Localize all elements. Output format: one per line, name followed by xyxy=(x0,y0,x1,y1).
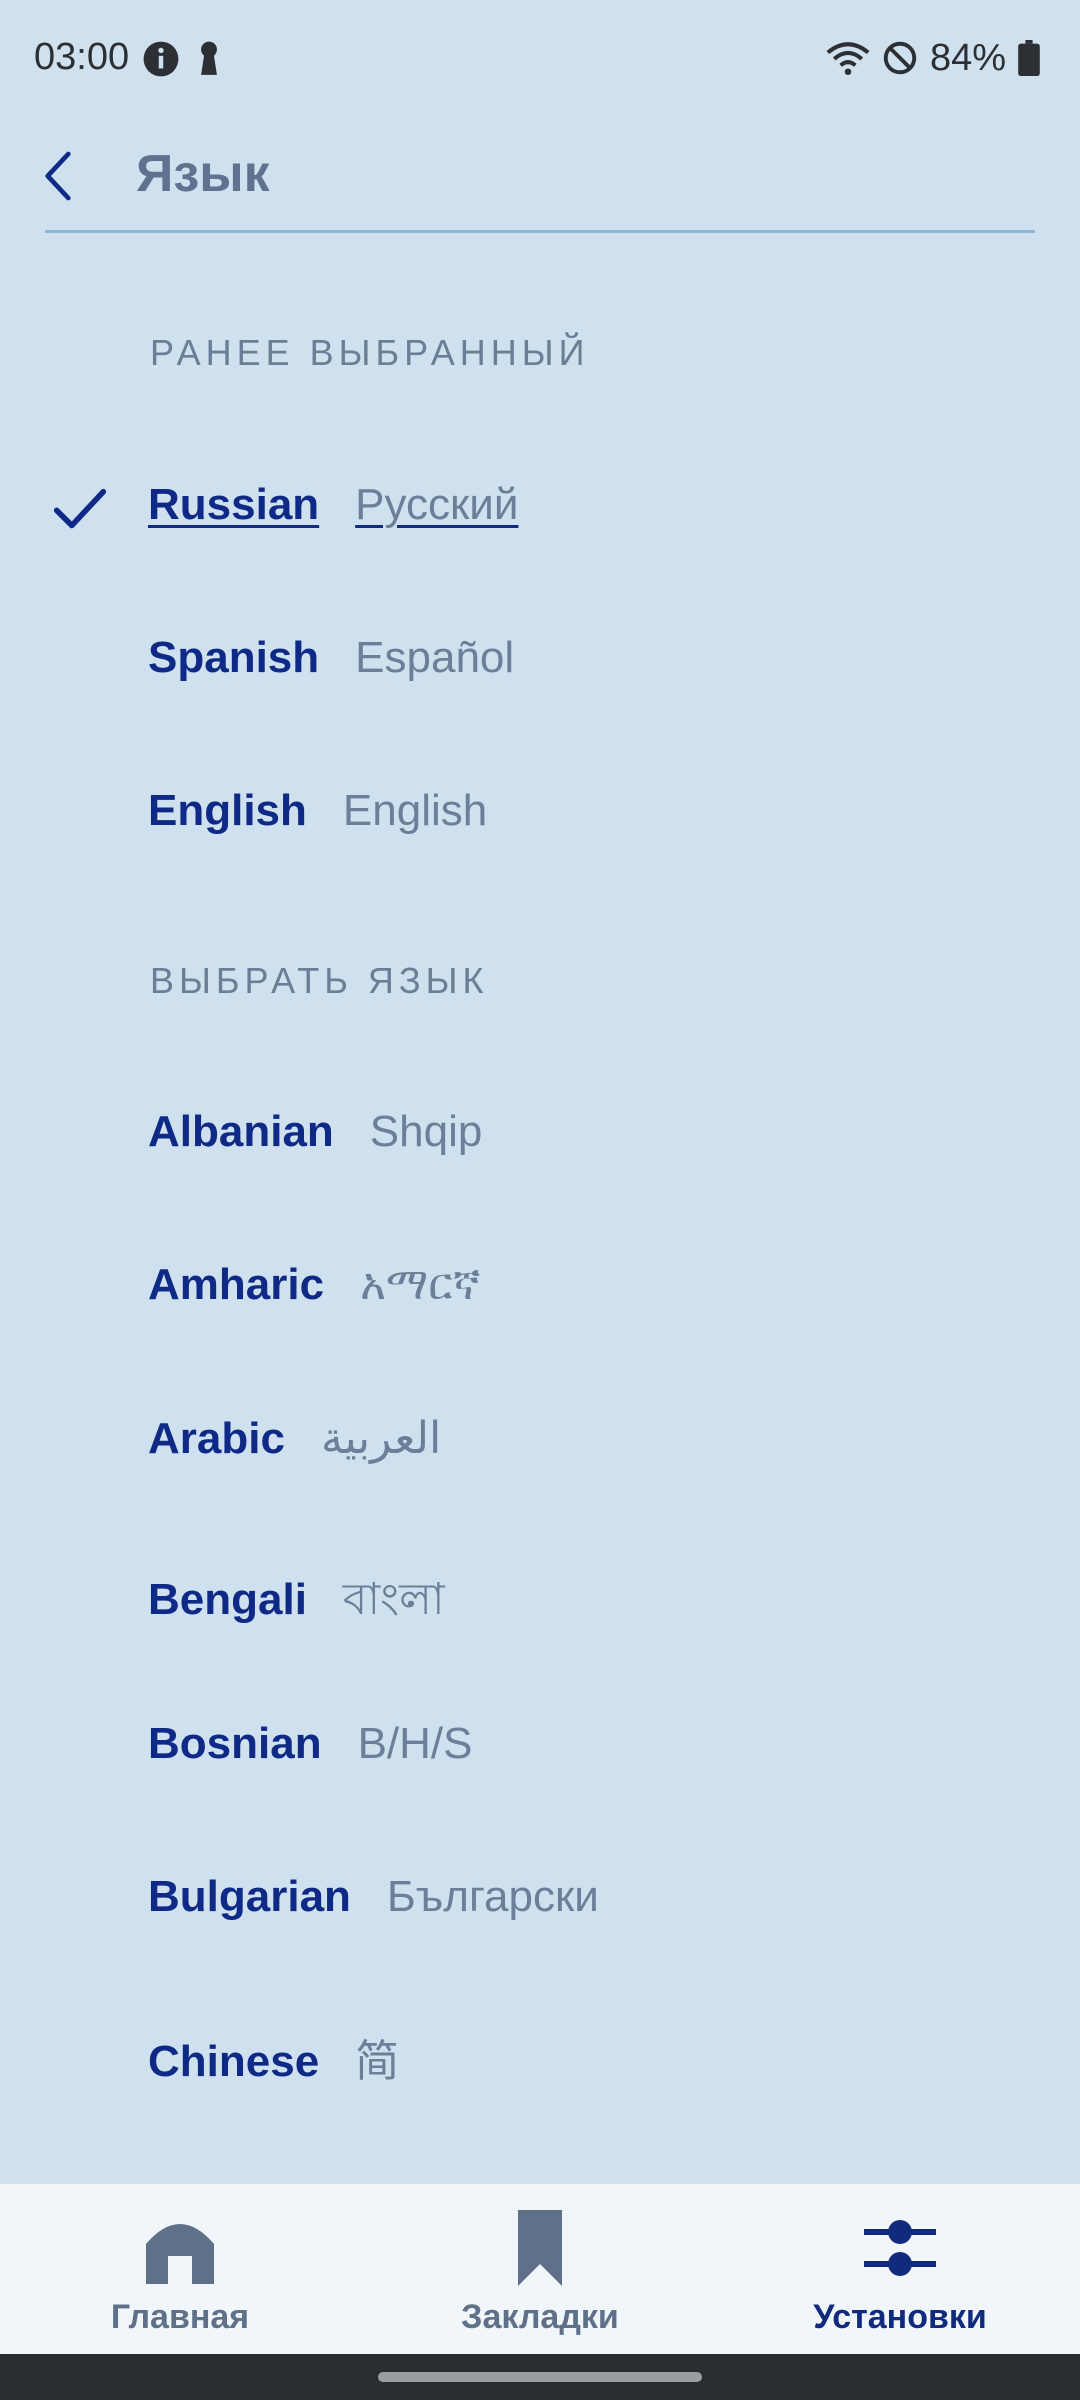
language-item-bosnian[interactable]: Bosnian B/H/S xyxy=(0,1675,1080,1815)
language-item-bengali[interactable]: Bengali বাংলা xyxy=(0,1522,1080,1662)
battery-percent: 84% xyxy=(929,36,1006,79)
battery-icon xyxy=(1018,40,1040,76)
home-gesture-handle[interactable] xyxy=(378,2372,702,2382)
language-name: Amharic አማርኛ xyxy=(148,1260,481,1309)
language-name: Bulgarian Български xyxy=(148,1872,599,1921)
system-gesture-bar xyxy=(0,2354,1080,2400)
language-native-name: አማርኛ xyxy=(360,1260,481,1309)
language-item-chinese[interactable]: Chinese 简 xyxy=(0,1981,1080,2121)
language-name: Bosnian B/H/S xyxy=(148,1719,473,1768)
back-button[interactable] xyxy=(28,134,88,218)
language-native-name: Български xyxy=(386,1872,599,1921)
language-native-name: Shqip xyxy=(369,1107,483,1156)
page-title: Язык xyxy=(136,145,270,203)
info-icon xyxy=(143,41,179,77)
language-native-name: Русский xyxy=(355,480,519,529)
language-name: Russian Русский xyxy=(148,480,519,529)
nav-settings-label: Установки xyxy=(813,2298,987,2336)
language-name: English English xyxy=(148,786,488,835)
nav-home-label: Главная xyxy=(110,2298,250,2336)
language-name: Arabic العربية xyxy=(148,1414,442,1463)
keyhole-icon xyxy=(201,41,217,75)
language-name: Bengali বাংলা xyxy=(148,1575,445,1624)
home-icon xyxy=(146,2224,214,2284)
language-item-amharic[interactable]: Amharic አማርኛ xyxy=(0,1216,1080,1356)
chevron-left-icon xyxy=(45,151,71,201)
section-header-previous: РАНЕЕ ВЫБРАННЫЙ xyxy=(150,332,590,373)
language-item-english[interactable]: English English xyxy=(0,742,1080,882)
language-item-albanian[interactable]: Albanian Shqip xyxy=(0,1063,1080,1203)
nav-bookmarks[interactable]: Закладки xyxy=(390,2184,690,2354)
wifi-icon xyxy=(826,42,870,76)
nav-home[interactable]: Главная xyxy=(30,2184,330,2354)
app-bar: Язык xyxy=(0,120,1080,232)
status-right: 84% xyxy=(826,36,1040,80)
checkmark-icon xyxy=(53,488,107,529)
status-bar: 03:00 84% xyxy=(0,0,1080,120)
nav-settings[interactable]: Установки xyxy=(750,2184,1050,2354)
bottom-navigation: Главная Закладки Установки xyxy=(0,2184,1080,2354)
language-name: Spanish Español xyxy=(148,633,515,682)
language-item-arabic[interactable]: Arabic العربية xyxy=(0,1369,1080,1509)
language-native-name: B/H/S xyxy=(357,1719,473,1768)
status-time: 03:00 xyxy=(34,36,130,78)
language-native-name: বাংলা xyxy=(342,1575,445,1624)
language-name: Albanian Shqip xyxy=(148,1107,483,1156)
language-native-name: Español xyxy=(355,633,515,682)
nav-bookmarks-label: Закладки xyxy=(461,2298,619,2336)
section-header-choose: ВЫБРАТЬ ЯЗЫК xyxy=(150,960,489,1001)
language-name: Chinese 简 xyxy=(148,2037,400,2086)
do-not-disturb-icon xyxy=(883,41,917,75)
header-divider xyxy=(45,230,1035,233)
language-native-name: 简 xyxy=(355,2037,400,2086)
bookmark-icon xyxy=(518,2210,562,2286)
language-item-bulgarian[interactable]: Bulgarian Български xyxy=(0,1828,1080,1968)
language-native-name: العربية xyxy=(320,1414,442,1463)
language-native-name: English xyxy=(342,786,488,835)
language-item-spanish[interactable]: Spanish Español xyxy=(0,589,1080,729)
sliders-icon xyxy=(864,2220,936,2276)
language-item-russian[interactable]: Russian Русский xyxy=(0,436,1080,576)
